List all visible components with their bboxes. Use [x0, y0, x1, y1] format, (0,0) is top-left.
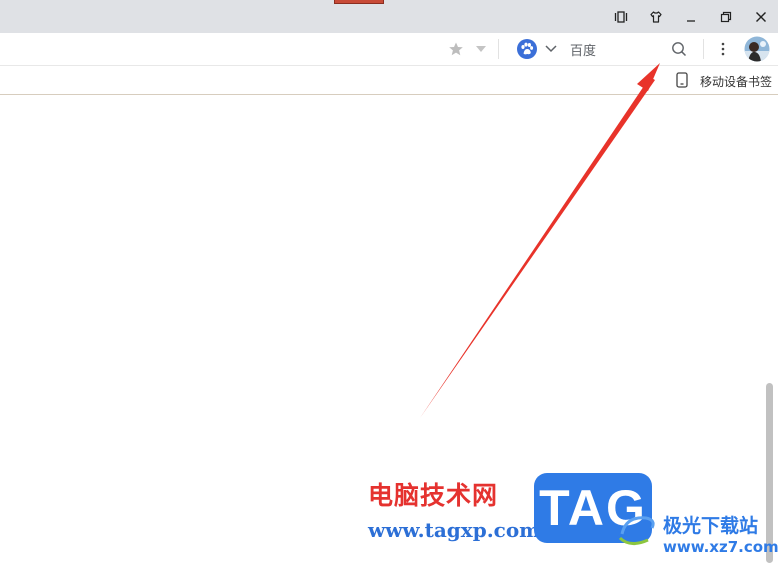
more-menu-icon[interactable]: [715, 40, 731, 58]
watermark-site-url: www.xz7.com: [663, 538, 778, 556]
minimize-icon[interactable]: [676, 4, 706, 30]
watermark-swirl-icon: [618, 516, 655, 545]
close-icon[interactable]: [746, 4, 776, 30]
title-bar: [0, 0, 778, 33]
watermark-url: www.tagxp.com: [368, 518, 541, 542]
avatar[interactable]: [744, 36, 770, 62]
chevron-down-icon[interactable]: [544, 42, 558, 56]
vertical-tabs-icon[interactable]: [606, 4, 636, 30]
mobile-bookmarks-label[interactable]: 移动设备书签: [700, 73, 772, 90]
scrollbar-thumb[interactable]: [766, 383, 773, 563]
bookmark-dropdown-icon[interactable]: [474, 42, 488, 56]
toolbar-divider: [498, 39, 499, 59]
active-tab-edge[interactable]: [334, 0, 384, 4]
restore-icon[interactable]: [711, 4, 741, 30]
search-icon[interactable]: [670, 40, 688, 58]
skin-shirt-icon[interactable]: [641, 4, 671, 30]
toolbar-divider-2: [703, 39, 704, 59]
search-engine-label[interactable]: 百度: [570, 40, 596, 59]
star-icon[interactable]: [447, 40, 465, 58]
mobile-device-icon: [674, 71, 690, 89]
bookmark-bar: 移动设备书签: [0, 66, 778, 95]
toolbar: 百度: [0, 33, 778, 66]
watermark-site-name: 极光下载站: [663, 515, 759, 537]
baidu-paw-icon[interactable]: [516, 38, 538, 60]
watermark-title: 电脑技术网: [368, 481, 499, 510]
